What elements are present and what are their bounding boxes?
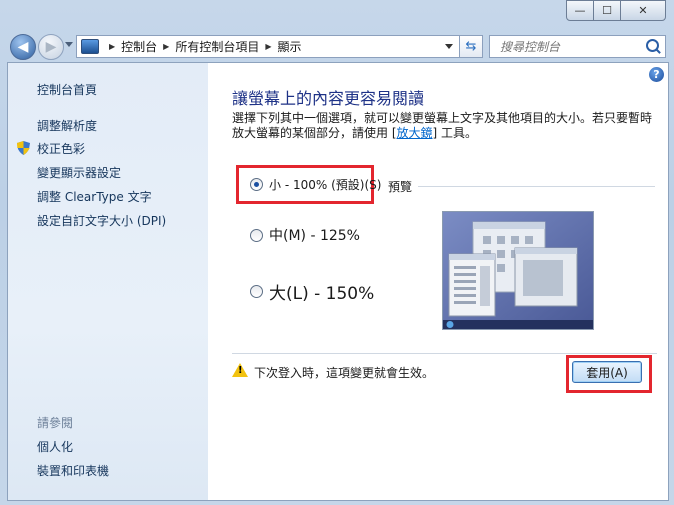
chevron-right-icon[interactable]: ▶ xyxy=(109,42,115,51)
preview-divider xyxy=(418,186,655,187)
refresh-icon: ⇆ xyxy=(465,39,477,54)
breadcrumb-display[interactable]: 顯示 xyxy=(278,38,302,55)
breadcrumb-all-items[interactable]: 所有控制台項目 xyxy=(175,38,259,55)
breadcrumb[interactable]: ▶ 控制台 ▶ 所有控制台項目 ▶ 顯示 xyxy=(76,35,460,58)
page-title: 讓螢幕上的內容更容易閱讀 xyxy=(232,89,425,108)
radio-large[interactable] xyxy=(250,285,263,298)
option-medium[interactable]: 中(M) - 125% xyxy=(250,225,360,245)
page-description: 選擇下列其中一個選項，就可以變更螢幕上文字及其他項目的大小。若只要暫時放大螢幕的… xyxy=(232,111,657,141)
title-bar: — ☐ ✕ xyxy=(0,0,674,30)
option-large[interactable]: 大(L) - 150% xyxy=(250,279,374,304)
sidebar-item-cleartype[interactable]: 調整 ClearType 文字 xyxy=(37,188,152,205)
preview-image xyxy=(442,211,594,330)
address-bar: ◀ ▶ ▶ 控制台 ▶ 所有控制台項目 ▶ 顯示 ⇆ xyxy=(0,30,674,62)
preview-label: 預覽 xyxy=(388,180,413,194)
radio-small[interactable] xyxy=(250,178,263,191)
address-dropdown-icon[interactable] xyxy=(445,44,453,49)
sidebar-item-personalization[interactable]: 個人化 xyxy=(37,438,73,455)
shield-icon xyxy=(17,141,30,155)
warning-message: 下次登入時，這項變更就會生效。 xyxy=(254,366,435,380)
option-small-label[interactable]: 小 - 100% (預設)(S) xyxy=(269,176,381,193)
option-medium-label[interactable]: 中(M) - 125% xyxy=(269,225,360,245)
maximize-button[interactable]: ☐ xyxy=(593,0,621,21)
content-area: 控制台首頁 調整解析度 校正色彩 變更顯示器設定 調整 ClearType 文字… xyxy=(7,62,669,501)
back-button[interactable]: ◀ xyxy=(10,34,36,60)
help-button[interactable]: ? xyxy=(649,67,664,82)
see-also-heading: 請參閱 xyxy=(37,416,74,430)
apply-button[interactable]: 套用(A) xyxy=(572,361,642,383)
radio-medium[interactable] xyxy=(250,228,263,242)
main-panel: ? 讓螢幕上的內容更容易閱讀 選擇下列其中一個選項，就可以變更螢幕上文字及其他項… xyxy=(208,63,668,500)
control-panel-icon xyxy=(81,39,99,54)
breadcrumb-control-panel[interactable]: 控制台 xyxy=(121,38,157,55)
forward-button[interactable]: ▶ xyxy=(38,34,64,60)
minimize-button[interactable]: — xyxy=(566,0,594,21)
option-large-label[interactable]: 大(L) - 150% xyxy=(269,279,374,304)
forward-arrow-icon: ▶ xyxy=(45,39,57,55)
section-divider xyxy=(232,353,657,354)
warning-icon xyxy=(232,363,248,377)
refresh-button[interactable]: ⇆ xyxy=(459,35,483,58)
sidebar-item-devices-printers[interactable]: 裝置和印表機 xyxy=(37,462,109,479)
search-box[interactable] xyxy=(489,35,666,58)
task-pane: 控制台首頁 調整解析度 校正色彩 變更顯示器設定 調整 ClearType 文字… xyxy=(8,63,208,500)
sidebar-item-calibrate-color[interactable]: 校正色彩 xyxy=(37,140,85,157)
search-icon[interactable] xyxy=(646,39,659,52)
recent-pages-dropdown-icon[interactable] xyxy=(65,42,73,47)
chevron-right-icon[interactable]: ▶ xyxy=(265,42,271,51)
sidebar-item-adjust-resolution[interactable]: 調整解析度 xyxy=(37,117,97,134)
back-arrow-icon: ◀ xyxy=(17,39,29,55)
close-button[interactable]: ✕ xyxy=(620,0,666,21)
description-text-end: ] 工具。 xyxy=(432,126,478,140)
option-small[interactable]: 小 - 100% (預設)(S) xyxy=(250,176,381,193)
sidebar-item-custom-dpi[interactable]: 設定自訂文字大小 (DPI) xyxy=(37,212,166,229)
chevron-right-icon[interactable]: ▶ xyxy=(163,42,169,51)
magnifier-link[interactable]: 放大鏡 xyxy=(397,126,433,140)
caption-buttons: — ☐ ✕ xyxy=(566,0,666,21)
sidebar-item-control-panel-home[interactable]: 控制台首頁 xyxy=(37,81,97,98)
sidebar-item-change-display-settings[interactable]: 變更顯示器設定 xyxy=(37,164,121,181)
search-input[interactable] xyxy=(498,36,642,57)
